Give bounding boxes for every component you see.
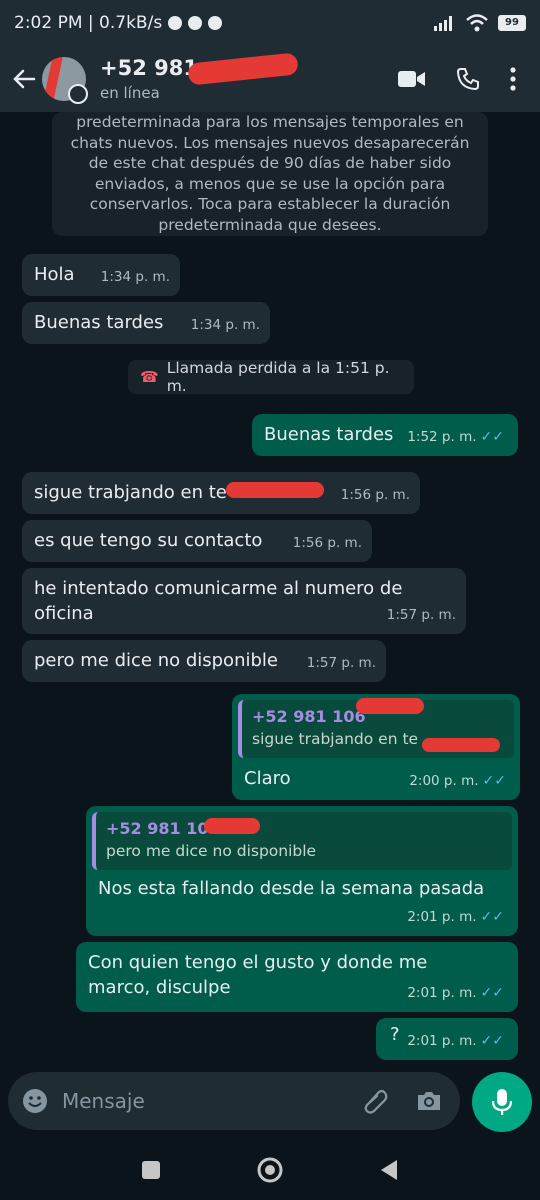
redaction-mark: [187, 52, 299, 86]
more-options-icon[interactable]: [510, 67, 516, 91]
status-bar: 2:02 PM | 0.7kB/s 99: [0, 0, 540, 46]
video-call-icon[interactable]: [398, 69, 426, 89]
message-outgoing[interactable]: ? 2:01 p. m. ✓✓: [376, 1018, 518, 1060]
battery-indicator: 99: [498, 15, 526, 31]
quoted-message[interactable]: +52 981 106 pero me dice no disponible: [92, 812, 512, 870]
read-ticks-icon: ✓✓: [480, 429, 504, 445]
message-outgoing[interactable]: Con quien tengo el gusto y donde me marc…: [76, 942, 518, 1012]
redaction-mark: [226, 482, 324, 498]
home-icon[interactable]: [257, 1157, 283, 1183]
message-incoming[interactable]: sigue trabjando en te 1:56 p. m.: [22, 472, 420, 514]
contact-name: +52 981: [100, 56, 198, 80]
message-incoming[interactable]: pero me dice no disponible 1:57 p. m.: [22, 640, 386, 682]
status-time: 2:02 PM: [14, 13, 83, 33]
recents-icon[interactable]: [141, 1160, 161, 1180]
system-nav-bar: [0, 1140, 540, 1200]
read-ticks-icon: ✓✓: [482, 773, 506, 789]
back-button[interactable]: [10, 65, 38, 93]
message-incoming[interactable]: Hola 1:34 p. m.: [22, 254, 180, 296]
voice-record-button[interactable]: [472, 1072, 532, 1132]
chat-header: +52 981 en línea: [0, 46, 540, 112]
microphone-icon: [492, 1089, 512, 1115]
missed-call-icon: ☎: [140, 368, 159, 386]
read-ticks-icon: ✓✓: [480, 985, 504, 1001]
missed-call-notice[interactable]: ☎ Llamada perdida a la 1:51 p. m.: [128, 359, 414, 395]
phone-icon[interactable]: [456, 67, 480, 91]
chat-bubble-icon: [208, 16, 223, 30]
contact-status: en línea: [100, 84, 160, 102]
chat-bubble-icon: [188, 16, 203, 30]
message-incoming[interactable]: es que tengo su contacto 1:56 p. m.: [22, 520, 372, 562]
read-ticks-icon: ✓✓: [480, 1033, 504, 1049]
redaction-mark: [422, 738, 500, 752]
disappearing-messages-notice[interactable]: predeterminada para los mensajes tempora…: [52, 112, 488, 236]
redaction-mark: [356, 698, 424, 714]
disappearing-timer-icon: [68, 84, 88, 104]
back-nav-icon[interactable]: [379, 1159, 399, 1181]
chat-area[interactable]: predeterminada para los mensajes tempora…: [0, 112, 540, 1068]
redaction-mark: [204, 818, 260, 834]
wifi-icon: [466, 14, 488, 32]
arrow-left-icon: [13, 69, 36, 89]
read-ticks-icon: ✓✓: [480, 909, 504, 925]
emoji-icon[interactable]: [22, 1088, 48, 1114]
camera-icon[interactable]: [416, 1090, 442, 1112]
attach-icon[interactable]: [364, 1088, 388, 1114]
message-incoming[interactable]: Buenas tardes 1:34 p. m.: [22, 302, 270, 344]
signal-icon: [434, 16, 452, 31]
message-incoming[interactable]: he intentado comunicarme al numero de of…: [22, 568, 466, 634]
messenger-icon: [168, 16, 183, 30]
message-input[interactable]: Mensaje: [62, 1089, 364, 1113]
message-composer[interactable]: Mensaje: [8, 1072, 460, 1130]
network-speed: 0.7kB/s: [99, 13, 163, 33]
message-outgoing[interactable]: Buenas tardes 1:52 p. m. ✓✓: [252, 414, 518, 456]
contact-info[interactable]: +52 981 en línea: [100, 52, 299, 102]
